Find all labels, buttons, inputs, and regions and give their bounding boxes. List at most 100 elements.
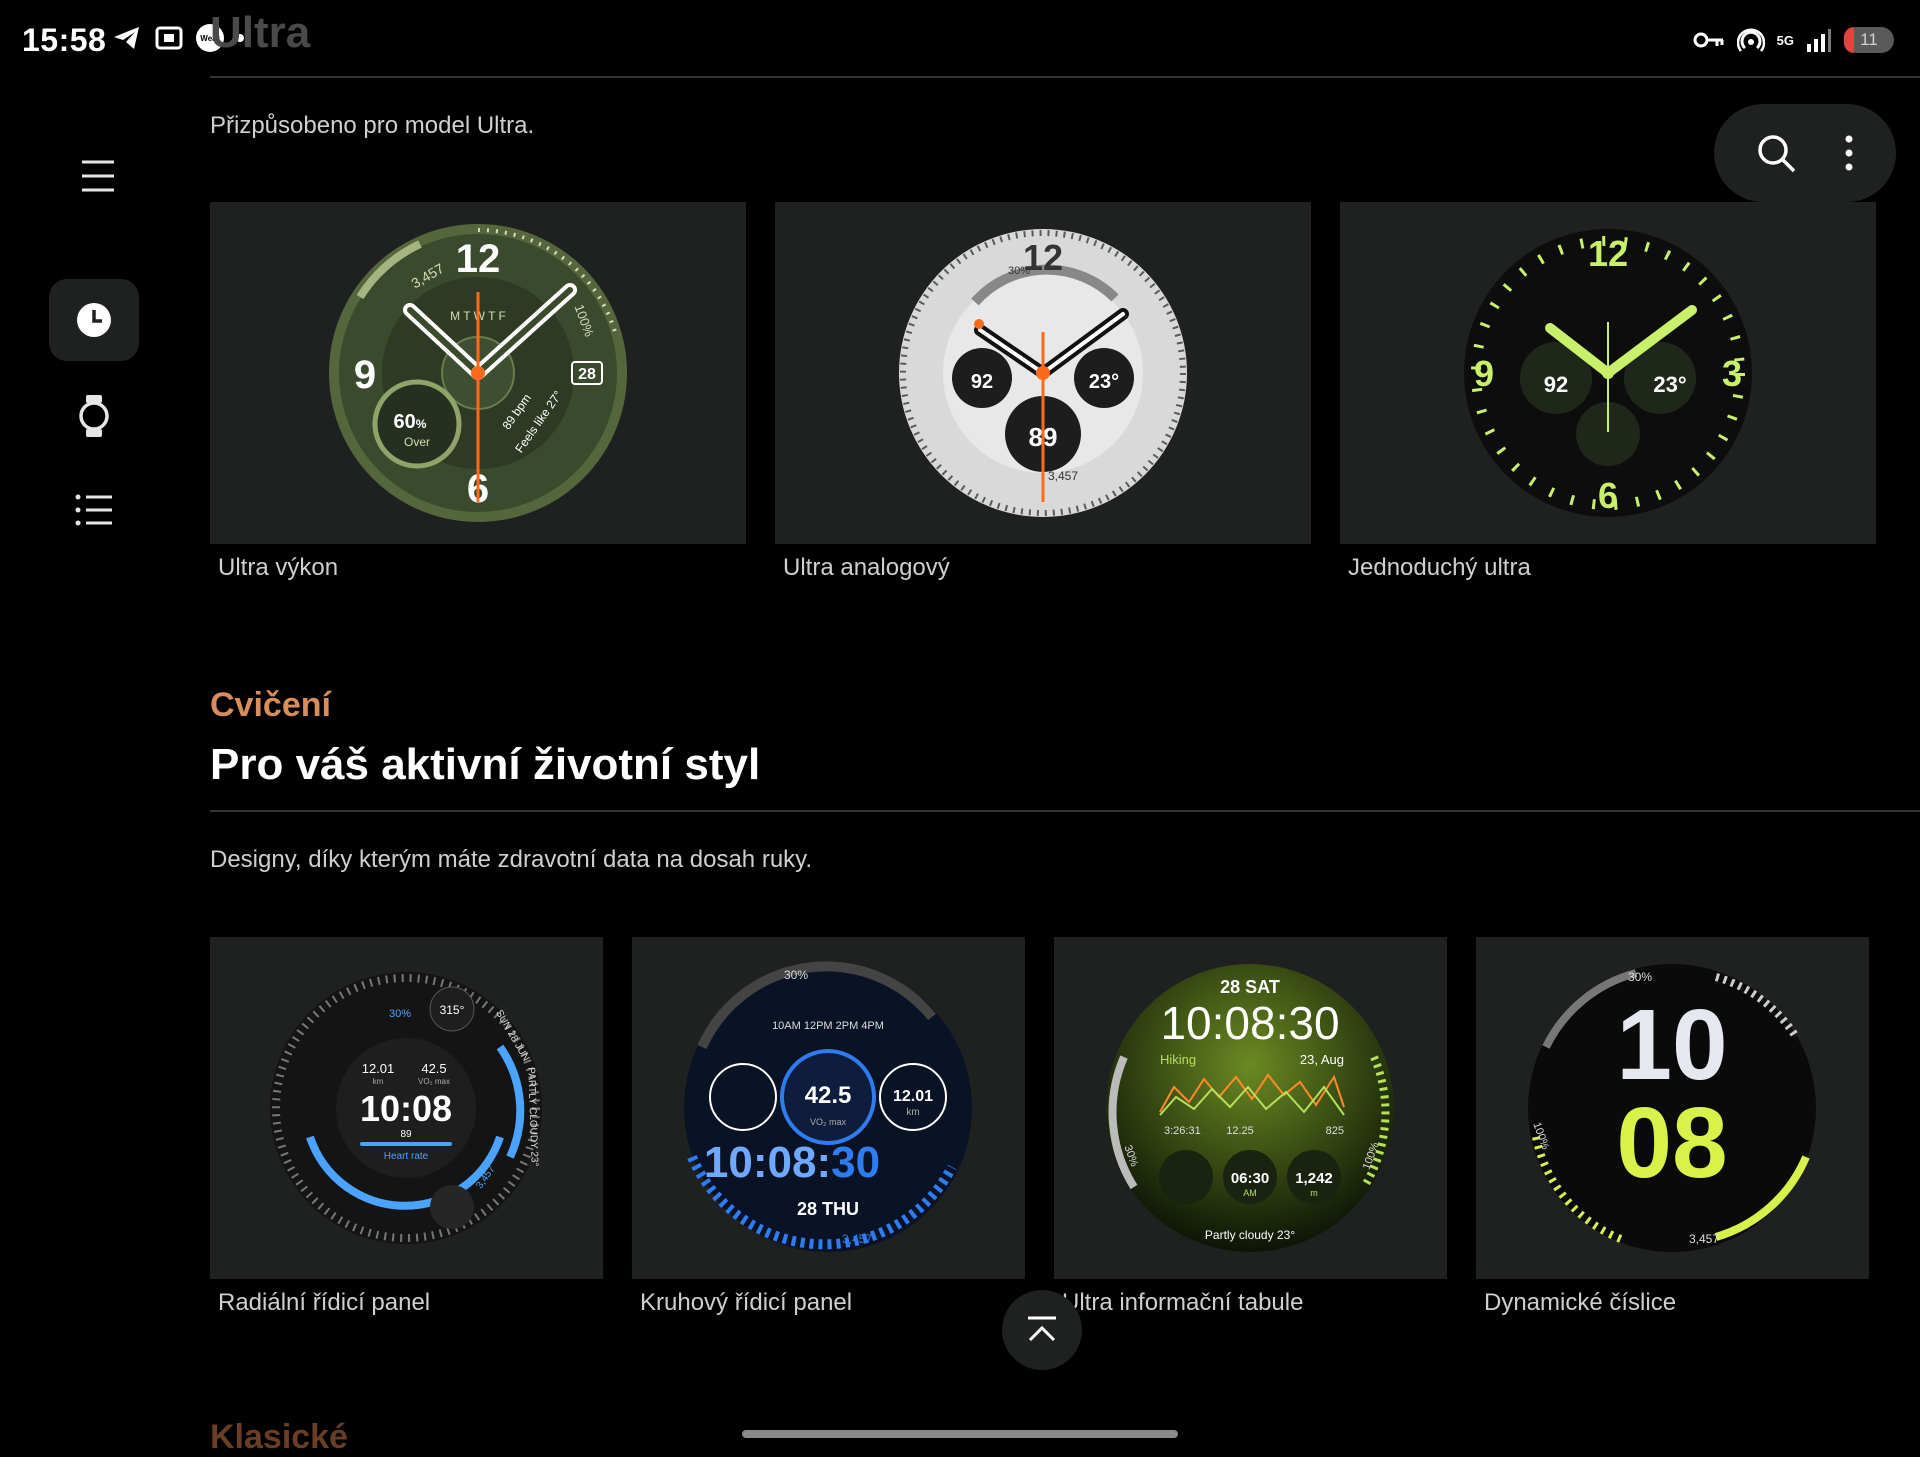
face6-elev-unit: m	[1310, 1188, 1318, 1198]
face4-dist: 12.01	[362, 1061, 395, 1076]
watch-face-preview-ultra-analog: 12 30% 92 23° 89 3,457	[899, 229, 1187, 517]
face3-left: 92	[1544, 372, 1568, 397]
face4-time: 10:08	[360, 1088, 452, 1129]
watch-face-card-ultra-info[interactable]: 28 SAT 10:08:30 Hiking 23, Aug 3:26:31 1…	[1054, 937, 1447, 1279]
face6-dur: 3:26:31	[1164, 1125, 1201, 1137]
face5-time-main: 10:08:	[704, 1138, 831, 1187]
menu-button[interactable]	[78, 156, 118, 196]
vpn-key-icon	[1693, 32, 1724, 48]
face7-pct: 30%	[1628, 970, 1652, 984]
search-button[interactable]	[1756, 133, 1796, 173]
watch-icon	[79, 395, 109, 437]
nav-watch[interactable]	[49, 375, 139, 457]
face1-battery: 60	[394, 411, 416, 433]
face5-dist: 12.01	[893, 1088, 933, 1105]
face7-hour: 10	[1616, 989, 1727, 1101]
5g-icon: 5G	[1776, 32, 1794, 48]
screenshot-icon	[155, 26, 183, 50]
hotspot-icon	[1736, 28, 1765, 52]
face6-sun-unit: AM	[1243, 1188, 1257, 1198]
face4-hr-label: Heart rate	[384, 1151, 429, 1162]
section-exercise-subtitle: Designy, díky kterým máte zdravotní data…	[210, 846, 813, 873]
face6-day: 28 SAT	[1220, 977, 1280, 997]
face5-vo2: 42.5	[805, 1082, 852, 1109]
nav-watch-faces[interactable]	[49, 279, 139, 361]
face4-hr: 89	[400, 1129, 412, 1140]
arrow-to-top-icon	[1028, 1316, 1056, 1342]
section-prev-subtitle: Přizpůsobeno pro model Ultra.	[210, 112, 535, 139]
gesture-home-bar[interactable]	[742, 1430, 1178, 1438]
section-exercise-divider	[210, 810, 1920, 812]
scroll-to-top-button[interactable]	[1002, 1290, 1082, 1370]
more-options-button[interactable]	[1844, 135, 1854, 171]
search-icon	[1758, 135, 1796, 173]
face2-left: 92	[971, 371, 993, 393]
face6-elev: 1,242	[1295, 1170, 1333, 1187]
face5-date: 28 THU	[797, 1199, 859, 1219]
face6-alt: 825	[1326, 1125, 1344, 1137]
top-actions-pill	[1714, 104, 1896, 202]
face3-n3: 3	[1722, 353, 1742, 394]
face2-steps: 3,457	[1048, 469, 1078, 483]
face5-pct: 30%	[784, 968, 808, 982]
face1-n9: 9	[354, 353, 376, 397]
card-label-dynamic: Dynamické číslice	[1484, 1289, 1677, 1316]
face5-hours: 10AM 12PM 2PM 4PM	[772, 1020, 884, 1032]
face4-pct: 30%	[389, 1008, 411, 1020]
nav-list[interactable]	[49, 469, 139, 551]
battery-fill	[1844, 27, 1854, 53]
watch-face-card-radial[interactable]: 315° 30% 12.01 km 42.5 VO₂ max 10:08 89 …	[210, 937, 603, 1279]
list-icon	[75, 494, 112, 526]
watch-face-preview-radial: 315° 30% 12.01 km 42.5 VO₂ max 10:08 89 …	[270, 972, 542, 1244]
card-label-ultra-analog: Ultra analogový	[783, 554, 950, 581]
face4-deg: 315°	[440, 1003, 465, 1017]
face1-n12: 12	[456, 237, 501, 281]
face1-date: 28	[578, 366, 596, 383]
watch-face-card-ultra-vykon[interactable]: 12 9 6 28 3,457 M T W T F 100% 60% Over …	[210, 202, 746, 544]
status-right-icons: 5G 11	[1693, 26, 1894, 54]
section-prev-title: Ultra	[210, 8, 311, 57]
card-label-ultra-vykon: Ultra výkon	[218, 554, 339, 581]
face5-time-sec: 30	[831, 1138, 880, 1187]
face7-minute: 08	[1616, 1087, 1727, 1199]
watch-face-card-circular[interactable]: 42.5 VO₂ max 12.01 km 10:08:30 28 THU 10…	[632, 937, 1025, 1279]
watch-face-card-ultra-analog[interactable]: 12 30% 92 23° 89 3,457	[775, 202, 1311, 544]
section-prev-divider	[210, 76, 1920, 78]
face6-time: 10:08:30	[1160, 997, 1339, 1049]
watch-face-preview-simple-ultra: 12 3 6 9 92 23°	[1464, 229, 1752, 517]
face3-n6: 6	[1598, 475, 1618, 516]
watch-face-card-simple-ultra[interactable]: 12 3 6 9 92 23°	[1340, 202, 1876, 544]
face6-dist: 12.25	[1226, 1125, 1254, 1137]
section-next-kicker: Klasické	[210, 1418, 348, 1456]
clock-icon	[77, 303, 111, 337]
face6-weather: Partly cloudy 23°	[1205, 1228, 1295, 1242]
watch-face-preview-dynamic: 10 08 30% 100% 3,457	[1528, 964, 1816, 1252]
face2-right: 23°	[1089, 371, 1119, 393]
status-time: 15:58	[22, 22, 107, 58]
svg-text:10:08:30: 10:08:30	[704, 1138, 880, 1187]
hamburger-icon	[82, 160, 114, 192]
battery-indicator: 11	[1844, 27, 1894, 53]
face3-n9: 9	[1474, 353, 1494, 394]
watch-face-card-dynamic[interactable]: 10 08 30% 100% 3,457	[1476, 937, 1869, 1279]
card-label-radial: Radiální řídicí panel	[218, 1289, 431, 1316]
card-label-circular: Kruhový řídicí panel	[640, 1289, 853, 1316]
battery-level: 11	[1860, 30, 1878, 49]
face7-steps: 3,457	[1689, 1232, 1719, 1246]
face3-right: 23°	[1653, 372, 1686, 397]
card-label-simple-ultra: Jednoduchý ultra	[1348, 554, 1531, 581]
signal-icon	[1807, 29, 1831, 52]
more-vert-icon	[1845, 135, 1853, 171]
face4-vo2-unit: VO₂ max	[418, 1077, 450, 1086]
face6-sun: 06:30	[1231, 1170, 1269, 1187]
card-label-ultra-info: Ultra informační tabule	[1062, 1289, 1304, 1316]
face1-battery-note: Over	[404, 435, 430, 449]
watch-face-preview-circular: 42.5 VO₂ max 12.01 km 10:08:30 28 THU 10…	[684, 961, 972, 1252]
face4-vo2: 42.5	[421, 1061, 446, 1076]
face1-battery-unit: %	[416, 417, 427, 431]
face6-activity: Hiking	[1160, 1052, 1196, 1067]
telegram-icon	[114, 27, 139, 49]
face5-steps: 3,457	[842, 1232, 872, 1246]
watch-face-preview-ultra-vykon: 12 9 6 28 3,457 M T W T F 100% 60% Over …	[329, 224, 627, 522]
watch-face-preview-ultra-info: 28 SAT 10:08:30 Hiking 23, Aug 3:26:31 1…	[1106, 964, 1394, 1252]
